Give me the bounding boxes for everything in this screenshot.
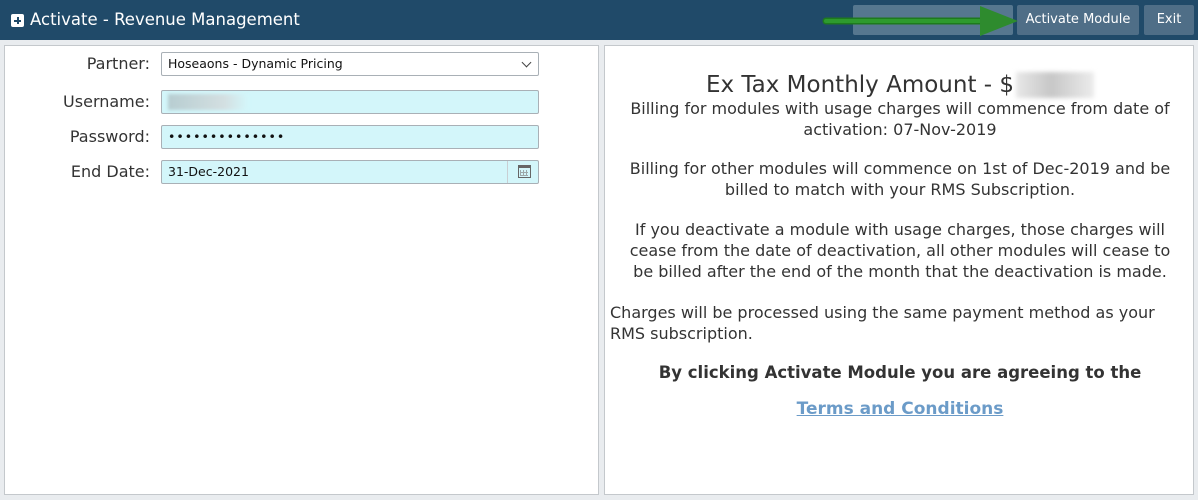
end-date-input[interactable]: 31-Dec-2021 xyxy=(161,160,539,184)
activation-form-panel: Partner: Hoseaons - Dynamic Pricing User… xyxy=(4,45,599,495)
annotation-arrow-icon xyxy=(822,6,1018,36)
monthly-amount-heading: Ex Tax Monthly Amount - $ xyxy=(605,72,1195,98)
end-date-label: End Date: xyxy=(70,162,150,181)
partner-value: Hoseaons - Dynamic Pricing xyxy=(168,56,343,71)
amount-label: Ex Tax Monthly Amount - $ xyxy=(705,72,1015,98)
title-bar: Activate - Revenue Management Activate M… xyxy=(0,0,1198,40)
calendar-icon[interactable] xyxy=(518,165,531,178)
chevron-down-icon xyxy=(521,57,532,68)
field-divider xyxy=(507,161,508,183)
window-title: Activate - Revenue Management xyxy=(30,10,300,29)
partner-select[interactable]: Hoseaons - Dynamic Pricing xyxy=(161,52,539,76)
end-date-value: 31-Dec-2021 xyxy=(168,164,249,179)
exit-button[interactable]: Exit xyxy=(1144,5,1194,35)
password-value: •••••••••••••• xyxy=(168,129,286,144)
redacted-username xyxy=(168,94,248,110)
username-label: Username: xyxy=(63,92,150,111)
agreement-text: By clicking Activate Module you are agre… xyxy=(658,363,1142,382)
activate-module-button[interactable]: Activate Module xyxy=(1017,5,1139,35)
plus-icon[interactable] xyxy=(11,14,24,27)
payment-method-text: Charges will be processed using the same… xyxy=(610,303,1155,343)
terms-and-conditions-link[interactable]: Terms and Conditions xyxy=(605,399,1195,419)
partner-label: Partner: xyxy=(86,54,150,73)
billing-info-panel: Ex Tax Monthly Amount - $ Billing for mo… xyxy=(604,45,1194,495)
billing-usage-text: Billing for modules with usage charges w… xyxy=(630,99,1170,139)
password-input[interactable]: •••••••••••••• xyxy=(161,125,539,149)
redacted-amount xyxy=(1016,72,1095,98)
username-input[interactable] xyxy=(161,90,539,114)
password-label: Password: xyxy=(69,127,150,146)
deactivation-text: If you deactivate a module with usage ch… xyxy=(629,220,1171,281)
billing-other-text: Billing for other modules will commence … xyxy=(629,159,1171,199)
